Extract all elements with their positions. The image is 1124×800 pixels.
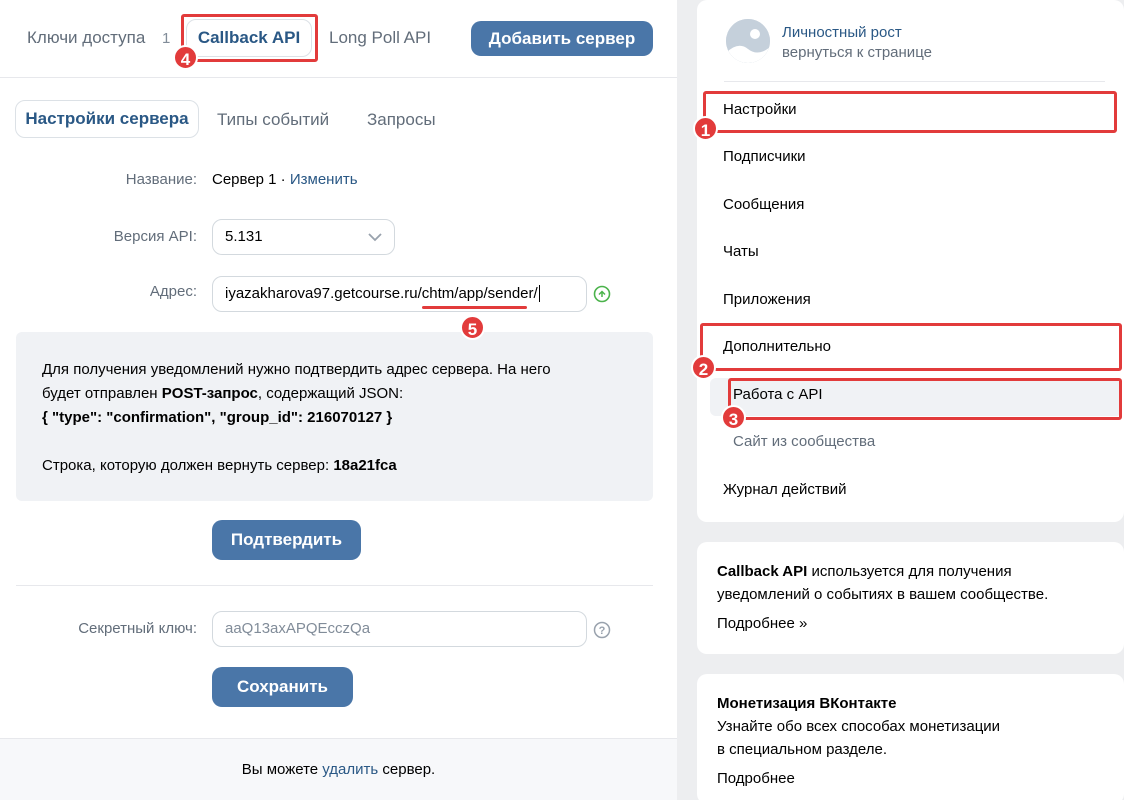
delete-server-footer: Вы можете удалить сервер. <box>0 738 677 800</box>
name-value: Сервер 1 · Изменить <box>212 171 358 188</box>
sidebar-item-chats[interactable]: Чаты <box>723 243 759 260</box>
notice-line-4: Строка, которую должен вернуть сервер: 1… <box>42 457 397 474</box>
annotation-box-2 <box>700 323 1122 371</box>
sidebar-divider <box>724 81 1105 82</box>
address-value: iyazakharova97.getcourse.ru/chtm/app/sen… <box>225 285 538 302</box>
sidebar-item-activity-log[interactable]: Журнал действий <box>723 481 846 498</box>
name-label: Название: <box>125 171 197 188</box>
notice-line-2: будет отправлен POST-запрос, содержащий … <box>42 385 404 402</box>
group-avatar-icon <box>726 19 770 63</box>
api-version-value: 5.131 <box>225 228 263 245</box>
secret-key-input[interactable]: aaQ13axAPQEcczQa <box>212 611 587 647</box>
monetization-text: Монетизация ВКонтакте Узнайте обо всех с… <box>717 692 1000 761</box>
sidebar-item-messages[interactable]: Сообщения <box>723 196 804 213</box>
annotation-badge-3: 3 <box>721 405 746 430</box>
address-input[interactable]: iyazakharova97.getcourse.ru/chtm/app/sen… <box>212 276 587 312</box>
monetization-title: Монетизация ВКонтакте <box>717 695 897 712</box>
annotation-badge-1: 1 <box>693 116 718 141</box>
annotation-box-4 <box>181 14 318 62</box>
group-name-link[interactable]: Личностный рост <box>782 24 902 41</box>
chevron-down-icon <box>368 233 382 242</box>
annotation-box-1 <box>703 91 1117 133</box>
top-tabs: Ключи доступа 1 Callback API Long Poll A… <box>0 0 677 78</box>
annotation-badge-2: 2 <box>691 355 716 380</box>
tab-access-keys[interactable]: Ключи доступа <box>27 28 145 48</box>
annotation-underline-5 <box>422 306 527 309</box>
status-ok-icon <box>593 285 611 303</box>
callback-info-text: Callback API используется для получения … <box>717 563 1049 603</box>
sidebar-item-apps[interactable]: Приложения <box>723 291 811 308</box>
subtab-event-types[interactable]: Типы событий <box>217 110 329 130</box>
subtab-requests[interactable]: Запросы <box>367 110 436 130</box>
sidebar-item-community-site[interactable]: Сайт из сообщества <box>733 433 875 450</box>
annotation-badge-4: 4 <box>173 45 198 70</box>
edit-name-link[interactable]: Изменить <box>290 171 358 188</box>
svg-text:?: ? <box>599 625 606 637</box>
secret-key-label: Секретный ключ: <box>78 620 197 637</box>
confirmation-notice: Для получения уведомлений нужно подтверд… <box>16 332 653 501</box>
confirm-button[interactable]: Подтвердить <box>212 520 361 560</box>
divider <box>16 585 653 586</box>
delete-server-link[interactable]: удалить <box>322 761 378 778</box>
annotation-box-3 <box>728 378 1122 420</box>
monetization-more-link[interactable]: Подробнее <box>717 767 795 790</box>
address-label: Адрес: <box>149 283 197 300</box>
secret-key-placeholder: aaQ13axAPQEcczQa <box>225 620 371 637</box>
server-name: Сервер 1 · <box>212 171 290 188</box>
add-server-button[interactable]: Добавить сервер <box>471 21 653 56</box>
sidebar-item-subscribers[interactable]: Подписчики <box>723 148 806 165</box>
callback-more-link[interactable]: Подробнее » <box>717 612 807 635</box>
api-version-select[interactable]: 5.131 <box>212 219 395 255</box>
tab-access-keys-count: 1 <box>162 30 171 47</box>
tab-long-poll-api[interactable]: Long Poll API <box>329 28 431 48</box>
save-button[interactable]: Сохранить <box>212 667 353 707</box>
main-panel: Ключи доступа 1 Callback API Long Poll A… <box>0 0 677 800</box>
notice-line-1: Для получения уведомлений нужно подтверд… <box>42 361 551 378</box>
api-version-label: Версия API: <box>113 228 197 245</box>
question-icon[interactable]: ? <box>593 621 611 639</box>
avatar[interactable] <box>726 19 770 63</box>
back-to-page-link[interactable]: вернуться к странице <box>782 44 932 61</box>
confirmation-code: 18a21fca <box>333 457 397 474</box>
notice-json: { "type": "confirmation", "group_id": 21… <box>42 409 393 426</box>
subtab-server-settings[interactable]: Настройки сервера <box>15 100 199 138</box>
annotation-badge-5: 5 <box>460 315 485 340</box>
